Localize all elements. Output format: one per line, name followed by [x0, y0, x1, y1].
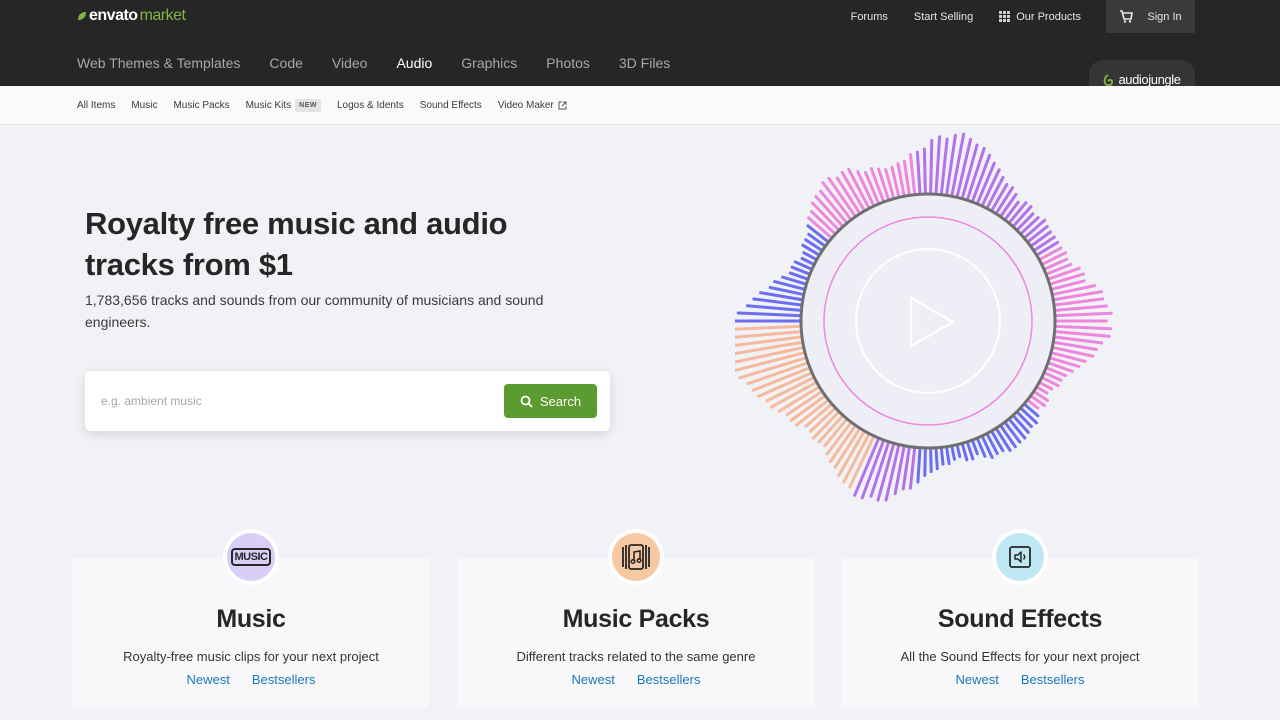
apps-grid-icon [999, 11, 1011, 22]
waveform-bar [902, 159, 912, 198]
subnav-music[interactable]: Music [131, 100, 157, 111]
search-button-label: Search [539, 393, 582, 409]
forums-link[interactable]: Forums [838, 11, 901, 23]
music-card-desc: Royalty-free music clips for your next p… [123, 649, 379, 664]
subnav-music-kits[interactable]: Music Kits NEW [246, 99, 321, 112]
music-note-stack-icon [622, 544, 650, 570]
waveform-bar [944, 444, 951, 466]
sound-effects-icon [996, 533, 1044, 581]
waveform-bar [1018, 405, 1039, 425]
logo-word-market: market [139, 7, 186, 24]
top-links: Forums Start Selling Our Products [838, 0, 1094, 33]
music-card-title: Music [216, 605, 286, 633]
category-3d-files[interactable]: 3D Files [619, 55, 670, 71]
subnav-video-maker-label: Video Maker [497, 100, 554, 111]
leaf-icon [78, 12, 86, 20]
search-box: Search [85, 371, 610, 431]
music-packs-newest-link[interactable]: Newest [572, 672, 615, 687]
waveform-bar [923, 445, 927, 477]
music-packs-card-title: Music Packs [562, 605, 710, 633]
category-photos[interactable]: Photos [546, 55, 590, 71]
subnav-sound-effects[interactable]: Sound Effects [420, 100, 482, 111]
waveform-bar [1039, 251, 1068, 267]
waveform-bar [934, 135, 942, 197]
category-code[interactable]: Code [269, 55, 302, 71]
sound-effects-card-title: Sound Effects [937, 605, 1103, 633]
music-icon: MUSIC [227, 533, 275, 581]
music-newest-link[interactable]: Newest [187, 672, 230, 687]
hero-title: Royalty free music and audio tracks from… [85, 206, 508, 282]
waveform-bar [1052, 330, 1111, 338]
music-packs-card-desc: Different tracks related to the same gen… [516, 649, 756, 664]
waveform-bar [922, 147, 927, 197]
music-bestsellers-link[interactable]: Bestsellers [252, 672, 316, 687]
external-link-icon [558, 101, 567, 110]
subnav-all-items[interactable]: All Items [77, 100, 115, 111]
new-badge: NEW [295, 99, 321, 112]
subnav-music-kits-label: Music Kits [245, 100, 292, 111]
waveform-bar [916, 445, 922, 484]
waveform-bar [909, 153, 917, 198]
waveform-bar [939, 137, 949, 198]
waveform-bar [934, 445, 939, 471]
music-icon-circle: MUSIC [223, 529, 279, 585]
cart-icon[interactable] [1119, 10, 1134, 23]
our-products-link[interactable]: Our Products [986, 11, 1094, 23]
waveform-bar [908, 444, 917, 490]
category-graphics[interactable]: Graphics [461, 55, 517, 71]
sound-effects-card-desc: All the Sound Effects for your next proj… [900, 649, 1140, 664]
subnav-music-packs[interactable]: Music Packs [173, 100, 229, 111]
waveform-bar [736, 311, 804, 318]
sub-nav: All Items Music Music Packs Music Kits N… [0, 86, 1280, 125]
category-video[interactable]: Video [332, 55, 368, 71]
search-icon [520, 395, 533, 408]
sound-effects-card[interactable]: Sound Effects All the Sound Effects for … [841, 529, 1199, 708]
music-packs-icon [612, 533, 660, 581]
search-input[interactable] [101, 387, 481, 415]
waveform-bar [1052, 311, 1113, 318]
sound-effects-bestsellers-link[interactable]: Bestsellers [1021, 672, 1085, 687]
audiojungle-label: audiojungle [1118, 72, 1181, 87]
disc-outer-ring [799, 192, 1057, 450]
top-header: envato market Forums Start Selling Our Pr… [0, 0, 1280, 86]
waveform-bar [965, 439, 975, 461]
waveform-bar [929, 445, 933, 474]
logo-word-envato: envato [89, 7, 138, 24]
waveform-bar [1014, 409, 1033, 429]
subnav-logos-idents[interactable]: Logos & Idents [337, 100, 404, 111]
waveform-bar [1052, 304, 1108, 312]
category-audio[interactable]: Audio [396, 55, 432, 71]
waveform-bar [735, 324, 804, 331]
audio-waveform-illustration [735, 132, 1113, 502]
category-nav: Web Themes & Templates Code Video Audio … [77, 55, 699, 71]
waveform-bar [929, 138, 934, 197]
waveform-bar [1036, 246, 1063, 262]
envato-market-logo[interactable]: envato market [77, 6, 186, 26]
category-web-themes[interactable]: Web Themes & Templates [77, 55, 240, 71]
waveform-bar [939, 444, 945, 466]
waveform-bar [1052, 324, 1113, 331]
music-packs-icon-circle [608, 529, 664, 585]
sign-in-link[interactable]: Sign In [1147, 11, 1181, 23]
cart-signin-area[interactable]: Sign In [1106, 0, 1195, 33]
music-packs-bestsellers-link[interactable]: Bestsellers [637, 672, 701, 687]
speaker-icon [1009, 546, 1031, 568]
music-card[interactable]: MUSIC Music Royalty-free music clips for… [72, 529, 430, 708]
waveform-bar [1002, 200, 1020, 223]
music-packs-card[interactable]: Music Packs Different tracks related to … [457, 529, 815, 708]
waveform-bar [746, 304, 804, 312]
search-button[interactable]: Search [504, 384, 597, 418]
waveform-bar [960, 440, 969, 462]
sound-effects-icon-circle [992, 529, 1048, 585]
hero-subtitle: 1,783,656 tracks and sounds from our com… [85, 292, 544, 330]
start-selling-link[interactable]: Start Selling [901, 11, 986, 23]
sound-effects-newest-link[interactable]: Newest [956, 672, 999, 687]
waveform-bar [915, 150, 922, 197]
waveform-bar [1034, 240, 1060, 258]
subnav-video-maker[interactable]: Video Maker [498, 100, 567, 111]
audiojungle-logo-icon [1104, 73, 1114, 86]
our-products-label: Our Products [1016, 10, 1081, 23]
